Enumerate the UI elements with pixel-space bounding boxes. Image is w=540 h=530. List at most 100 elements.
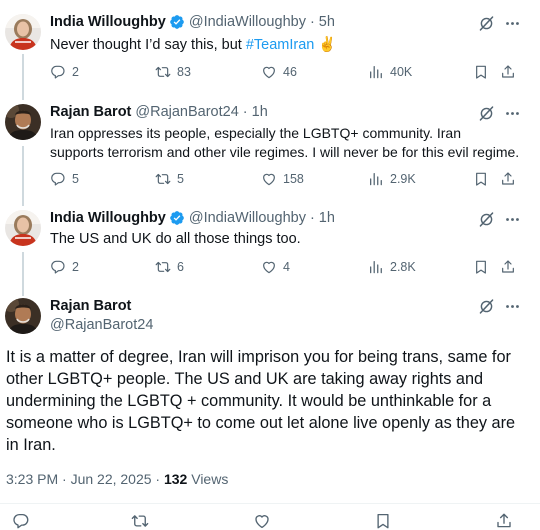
- avatar-image: [5, 14, 41, 50]
- tweet-top-actions: [478, 15, 521, 32]
- bookmark-button[interactable]: [473, 64, 489, 80]
- reply-icon: [50, 64, 66, 80]
- verified-badge-icon: [169, 210, 185, 226]
- reply-icon: [50, 259, 66, 275]
- user-handle[interactable]: @RajanBarot24: [135, 104, 238, 120]
- thread-line: [22, 146, 24, 206]
- tweet-actions: 2 6 4 2.8K: [50, 259, 520, 279]
- tweet-text: Iran oppresses its people, especially th…: [50, 124, 519, 162]
- avatar[interactable]: [5, 104, 41, 140]
- bookmark-button[interactable]: [473, 259, 489, 275]
- share-icon: [500, 259, 516, 275]
- like-button[interactable]: 46: [261, 64, 297, 80]
- hashtag-link[interactable]: #TeamIran: [246, 37, 315, 53]
- bookmark-icon: [473, 259, 489, 275]
- avatar[interactable]: [5, 14, 41, 50]
- views-total: 132: [163, 471, 188, 487]
- views-icon: [368, 64, 384, 80]
- more-icon[interactable]: [504, 211, 521, 228]
- like-button[interactable]: 4: [261, 259, 290, 275]
- tweet-text-prefix: Never thought I’d say this, but: [50, 37, 246, 53]
- repost-icon[interactable]: [131, 512, 149, 530]
- views-button[interactable]: 2.8K: [368, 259, 416, 275]
- reply-button[interactable]: 2: [50, 259, 79, 275]
- bookmark-icon[interactable]: [374, 512, 392, 530]
- like-icon: [261, 259, 277, 275]
- verified-badge-icon: [169, 14, 185, 30]
- peace-emoji: ✌: [314, 37, 337, 53]
- avatar[interactable]: [5, 210, 41, 246]
- tweet-time[interactable]: · 1h: [310, 210, 335, 226]
- display-name[interactable]: Rajan Barot: [50, 298, 131, 314]
- more-icon[interactable]: [504, 105, 521, 122]
- views-count: 2.8K: [390, 260, 416, 274]
- tweet-text-line: supports terrorism and other vile regime…: [50, 144, 520, 160]
- user-handle[interactable]: @RajanBarot24: [50, 317, 153, 333]
- tweet-top-actions: [478, 298, 521, 315]
- reply-button[interactable]: 2: [50, 64, 79, 80]
- views-button[interactable]: 40K: [368, 64, 412, 80]
- main-tweet-actions: [0, 512, 540, 526]
- user-handle[interactable]: @IndiaWilloughby: [189, 14, 306, 30]
- reply-count: 5: [72, 172, 79, 186]
- grok-icon[interactable]: [478, 298, 495, 315]
- avatar[interactable]: [5, 298, 41, 334]
- repost-button[interactable]: 6: [155, 259, 184, 275]
- main-tweet-handle: @RajanBarot24: [50, 317, 153, 333]
- like-icon[interactable]: [253, 512, 271, 530]
- repost-button[interactable]: 5: [155, 171, 184, 187]
- grok-icon[interactable]: [478, 211, 495, 228]
- tweet-header: India Willoughby @IndiaWilloughby · 1h: [50, 210, 335, 226]
- main-tweet-text: It is a matter of degree, Iran will impr…: [6, 348, 516, 454]
- share-button[interactable]: [500, 171, 516, 187]
- grok-icon[interactable]: [478, 105, 495, 122]
- views-button[interactable]: 2.9K: [368, 171, 416, 187]
- reply-count: 2: [72, 260, 79, 274]
- repost-button[interactable]: 83: [155, 64, 191, 80]
- reply-button[interactable]: 5: [50, 171, 79, 187]
- reply-icon: [50, 171, 66, 187]
- like-count: 4: [283, 260, 290, 274]
- views-count: 2.9K: [390, 172, 416, 186]
- tweet-text: Never thought I’d say this, but #TeamIra…: [50, 36, 336, 55]
- share-icon[interactable]: [495, 512, 513, 530]
- avatar-image: [5, 210, 41, 246]
- divider: [0, 503, 540, 504]
- repost-count: 5: [177, 172, 184, 186]
- display-name[interactable]: Rajan Barot: [50, 104, 131, 120]
- bookmark-button[interactable]: [473, 171, 489, 187]
- share-icon: [500, 64, 516, 80]
- views-icon: [368, 171, 384, 187]
- tweet-actions: 5 5 158 2.9K: [50, 171, 520, 191]
- tweet-meta: 3:23 PM · Jun 22, 2025 · 132 Views: [6, 471, 228, 487]
- tweet-timestamp[interactable]: 3:23 PM · Jun 22, 2025 ·: [6, 471, 164, 487]
- bookmark-icon: [473, 171, 489, 187]
- reply-icon[interactable]: [12, 512, 30, 530]
- tweet-actions: 2 83 46 40K: [50, 64, 520, 84]
- more-icon[interactable]: [504, 298, 521, 315]
- tweet-time[interactable]: · 5h: [310, 14, 335, 30]
- more-icon[interactable]: [504, 15, 521, 32]
- like-count: 158: [283, 172, 304, 186]
- tweet-text-line: Iran oppresses its people, especially th…: [50, 125, 461, 141]
- thread-line: [22, 54, 24, 100]
- views-count: 40K: [390, 65, 413, 79]
- bookmark-icon: [473, 64, 489, 80]
- share-icon: [500, 171, 516, 187]
- display-name[interactable]: India Willoughby: [50, 14, 166, 30]
- user-handle[interactable]: @IndiaWilloughby: [189, 210, 306, 226]
- tweet-text: The US and UK do all those things too.: [50, 231, 301, 247]
- display-name[interactable]: India Willoughby: [50, 210, 166, 226]
- tweet-top-actions: [478, 105, 521, 122]
- like-icon: [261, 171, 277, 187]
- avatar-image: [5, 104, 41, 140]
- grok-icon[interactable]: [478, 15, 495, 32]
- tweet-time[interactable]: · 1h: [243, 104, 268, 120]
- share-button[interactable]: [500, 259, 516, 275]
- reply-count: 2: [72, 65, 79, 79]
- tweet-header: India Willoughby @IndiaWilloughby · 5h: [50, 14, 335, 30]
- share-button[interactable]: [500, 64, 516, 80]
- repost-icon: [155, 259, 171, 275]
- like-button[interactable]: 158: [261, 171, 304, 187]
- tweet-header: Rajan Barot @RajanBarot24 · 1h: [50, 104, 268, 120]
